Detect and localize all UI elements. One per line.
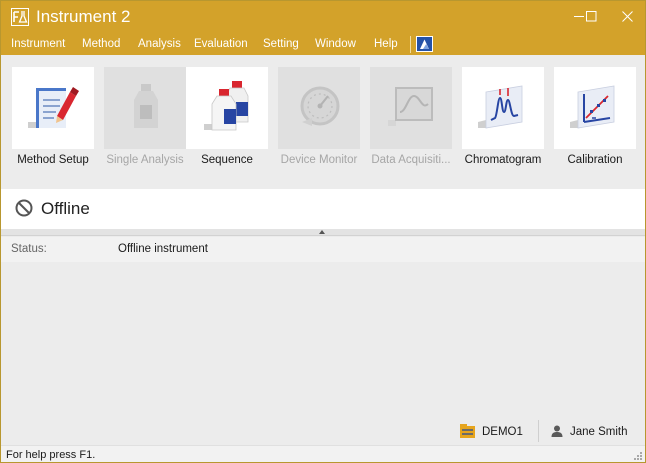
title-bar[interactable]: Instrument 2: [1, 1, 645, 33]
footer-separator: [538, 420, 539, 442]
close-button[interactable]: [605, 1, 645, 31]
menu-setting[interactable]: Setting: [263, 37, 299, 51]
menu-method[interactable]: Method: [82, 37, 120, 51]
tool-tile[interactable]: [278, 67, 360, 149]
tool-label: Data Acquisiti...: [371, 154, 451, 166]
tool-launcher: Method Setup Single Analysis Sequence De…: [1, 55, 645, 189]
database-folder-icon: [460, 423, 475, 440]
database-name[interactable]: DEMO1: [482, 426, 523, 438]
tool-tile[interactable]: [554, 67, 636, 149]
panel-splitter[interactable]: [1, 229, 645, 236]
calibration-icon: [566, 78, 624, 139]
collapse-arrow-icon[interactable]: [319, 230, 325, 234]
tool-tile[interactable]: [104, 67, 186, 149]
app-help-icon[interactable]: [416, 36, 433, 52]
detail-area: [1, 262, 645, 419]
offline-icon: [15, 199, 33, 217]
device-monitor-icon: [290, 78, 348, 139]
menu-separator: [410, 36, 411, 53]
resize-grip-icon[interactable]: [633, 450, 643, 460]
status-value: Offline instrument: [118, 243, 208, 255]
window-title: Instrument 2: [36, 7, 131, 26]
method-setup-icon: [24, 78, 82, 139]
instrument-state-text: Offline: [41, 199, 90, 218]
tool-label: Chromatogram: [464, 154, 542, 166]
chromatogram-icon: [474, 78, 532, 139]
menu-analysis[interactable]: Analysis: [138, 37, 181, 51]
maximize-icon: [585, 10, 597, 22]
data-acquisition-icon: [382, 78, 440, 139]
single-analysis-icon: [116, 78, 174, 139]
menu-evaluation[interactable]: Evaluation: [194, 37, 248, 51]
sequence-icon: [198, 78, 256, 139]
tool-tile[interactable]: [12, 67, 94, 149]
tool-sequence[interactable]: Sequence: [186, 67, 268, 181]
tool-calibration[interactable]: Calibration: [554, 67, 636, 181]
tool-tile[interactable]: [370, 67, 452, 149]
tool-device-monitor[interactable]: Device Monitor: [278, 67, 360, 181]
tool-data-acquisition[interactable]: Data Acquisiti...: [370, 67, 452, 181]
tool-chromatogram[interactable]: Chromatogram: [462, 67, 544, 181]
status-row: Status: Offline instrument: [1, 237, 645, 262]
instrument-state-panel: Offline: [1, 189, 645, 229]
tool-label: Device Monitor: [280, 154, 358, 166]
tool-label: Sequence: [201, 154, 253, 166]
tool-tile[interactable]: [186, 67, 268, 149]
close-icon: [621, 10, 633, 22]
tool-label: Calibration: [567, 154, 623, 166]
tool-method-setup[interactable]: Method Setup: [12, 67, 94, 181]
tool-tile[interactable]: [462, 67, 544, 149]
tool-label: Method Setup: [17, 154, 89, 166]
app-flask-icon: [11, 8, 29, 26]
menu-bar: Instrument Method Analysis Evaluation Se…: [1, 33, 645, 55]
menu-instrument[interactable]: Instrument: [11, 37, 65, 51]
status-label: Status:: [11, 243, 47, 255]
user-icon: [551, 425, 563, 437]
help-hint: For help press F1.: [6, 449, 96, 461]
instrument-window: Instrument 2 Instrument Method Analysis …: [0, 0, 646, 463]
user-name[interactable]: Jane Smith: [570, 426, 628, 438]
status-bar: For help press F1.: [1, 445, 645, 462]
session-footer: DEMO1 Jane Smith: [1, 419, 645, 445]
menu-help[interactable]: Help: [374, 37, 398, 51]
menu-window[interactable]: Window: [315, 37, 356, 51]
